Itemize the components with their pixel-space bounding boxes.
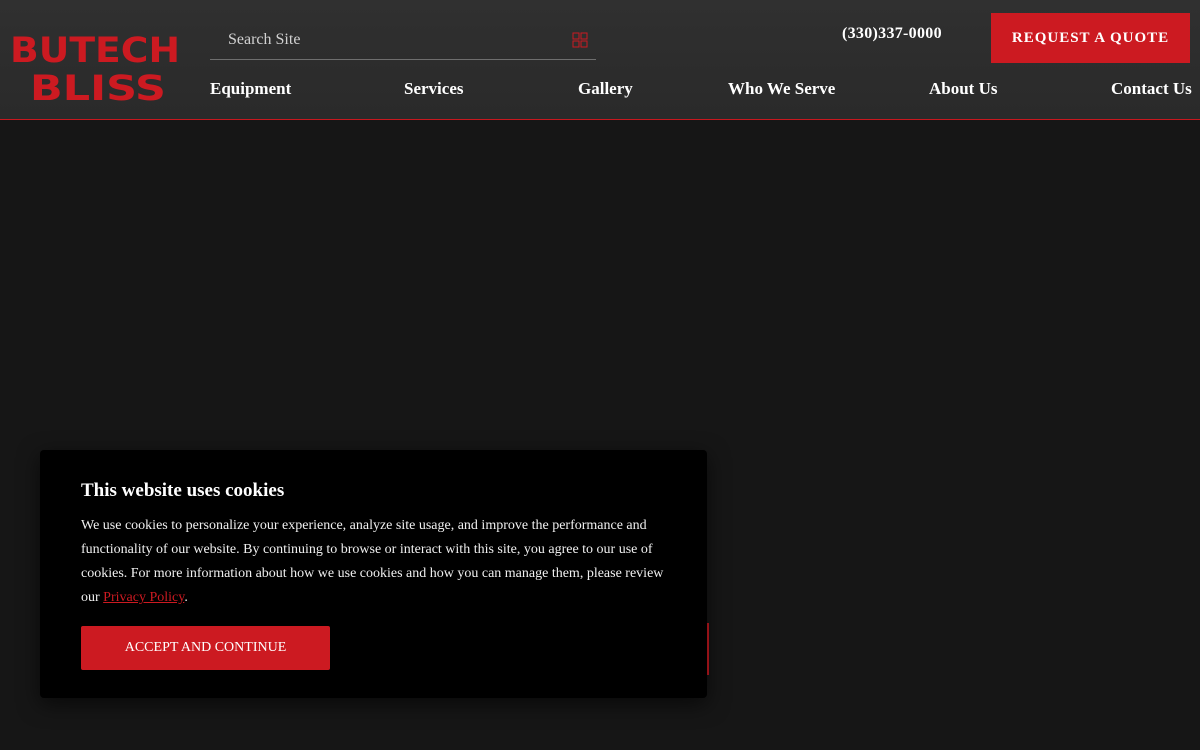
request-quote-button[interactable]: REQUEST A QUOTE [991, 13, 1190, 63]
cookie-body-end: . [184, 590, 188, 605]
search-input[interactable] [210, 22, 560, 58]
butech-bliss-logo[interactable]: BUTECH BLISS [8, 30, 184, 104]
nav-services[interactable]: Services [404, 79, 463, 99]
logo-text-line1: BUTECH [10, 31, 180, 71]
site-header: BUTECH BLISS (330)337-0000 REQUEST A QUO… [0, 0, 1200, 120]
nav-gallery[interactable]: Gallery [578, 79, 633, 99]
cookie-title: This website uses cookies [81, 480, 285, 501]
privacy-policy-link[interactable]: Privacy Policy [103, 590, 184, 605]
search-icon[interactable] [572, 32, 588, 48]
cookie-banner: This website uses cookies We use cookies… [40, 450, 707, 698]
nav-equipment[interactable]: Equipment [210, 79, 291, 99]
logo-text-line2: BLISS [30, 69, 166, 104]
nav-who-we-serve[interactable]: Who We Serve [728, 79, 835, 99]
nav-about-us[interactable]: About Us [929, 79, 998, 99]
nav-contact-us[interactable]: Contact Us [1111, 79, 1192, 99]
phone-link[interactable]: (330)337-0000 [842, 25, 942, 43]
cookie-message: We use cookies to personalize your exper… [81, 514, 671, 610]
search-box [210, 22, 596, 60]
accept-cookies-button[interactable]: ACCEPT AND CONTINUE [81, 626, 330, 670]
